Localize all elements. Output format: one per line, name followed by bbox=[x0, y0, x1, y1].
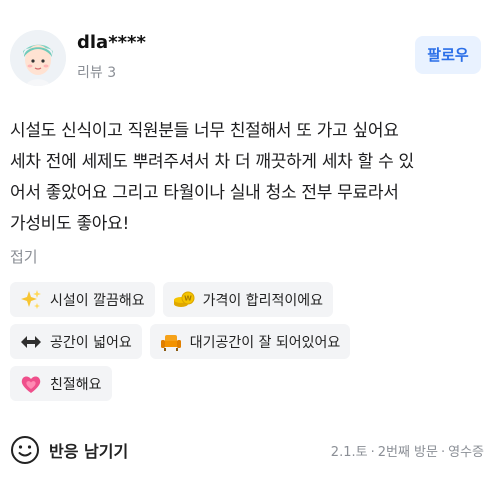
review-footer: 반응 남기기 2.1.토 · 2번째 방문 · 영수증 bbox=[10, 432, 488, 468]
sparkles-icon bbox=[20, 289, 42, 311]
review-line: 가성비도 좋아요! bbox=[10, 214, 129, 234]
avatar[interactable] bbox=[10, 30, 66, 86]
smiley-icon bbox=[11, 436, 39, 464]
fold-button[interactable]: 접기 bbox=[10, 246, 38, 267]
review-count: 리뷰 3 bbox=[77, 65, 117, 81]
visit-count: 2번째 방문 bbox=[377, 445, 438, 460]
tag-clean-facility: 시설이 깔끔해요 bbox=[10, 282, 155, 317]
follow-button[interactable]: 팔로우 bbox=[415, 36, 481, 74]
receipt-badge: 영수증 bbox=[448, 445, 484, 460]
tag-label: 대기공간이 잘 되어있어요 bbox=[189, 334, 341, 351]
tag-label: 시설이 깔끔해요 bbox=[50, 292, 145, 309]
visit-meta: 2.1.토 · 2번째 방문 · 영수증 bbox=[331, 441, 484, 460]
tag-label: 친절해요 bbox=[50, 376, 102, 393]
keyword-tags: 시설이 깔끔해요 W 가격이 합리적이에요 공간이 넓어요 대기공간이 잘 되어… bbox=[10, 282, 488, 408]
review-text: 시설도 신식이고 직원분들 너무 친절해서 또 가고 싶어요 세차 전에 세제도… bbox=[10, 116, 485, 240]
tag-waiting-area: 대기공간이 잘 되어있어요 bbox=[149, 324, 351, 359]
separator-dot: · bbox=[370, 445, 375, 460]
tag-kind: 친절해요 bbox=[10, 366, 112, 401]
react-label: 반응 남기기 bbox=[49, 442, 129, 461]
review-line: 세차 전에 세제도 뿌려주셔서 차 더 깨끗하게 세차 할 수 있 bbox=[10, 152, 414, 172]
review-line: 시설도 신식이고 직원분들 너무 친절해서 또 가고 싶어요 bbox=[10, 121, 399, 141]
coins-icon: W bbox=[173, 289, 195, 311]
heart-icon bbox=[20, 373, 42, 395]
separator-dot: · bbox=[440, 445, 446, 460]
react-button[interactable]: 반응 남기기 bbox=[10, 432, 128, 468]
armchair-icon bbox=[160, 331, 182, 353]
tag-reasonable-price: W 가격이 합리적이에요 bbox=[162, 282, 333, 317]
username[interactable]: dla**** bbox=[77, 32, 146, 53]
avatar-illustration bbox=[10, 30, 66, 86]
left-right-arrow-icon bbox=[20, 331, 42, 353]
svg-text:W: W bbox=[184, 294, 192, 302]
visit-date: 2.1.토 bbox=[330, 445, 368, 460]
tag-spacious: 공간이 넓어요 bbox=[10, 324, 142, 359]
review-line: 어서 좋았어요 그리고 타월이나 실내 청소 전부 무료라서 bbox=[10, 183, 399, 203]
review-card: dla**** 리뷰 3 팔로우 시설도 신식이고 직원분들 너무 친절해서 또… bbox=[0, 0, 498, 478]
review-header: dla**** 리뷰 3 팔로우 bbox=[10, 30, 488, 90]
tag-label: 공간이 넓어요 bbox=[50, 334, 132, 351]
tag-label: 가격이 합리적이에요 bbox=[202, 292, 323, 309]
